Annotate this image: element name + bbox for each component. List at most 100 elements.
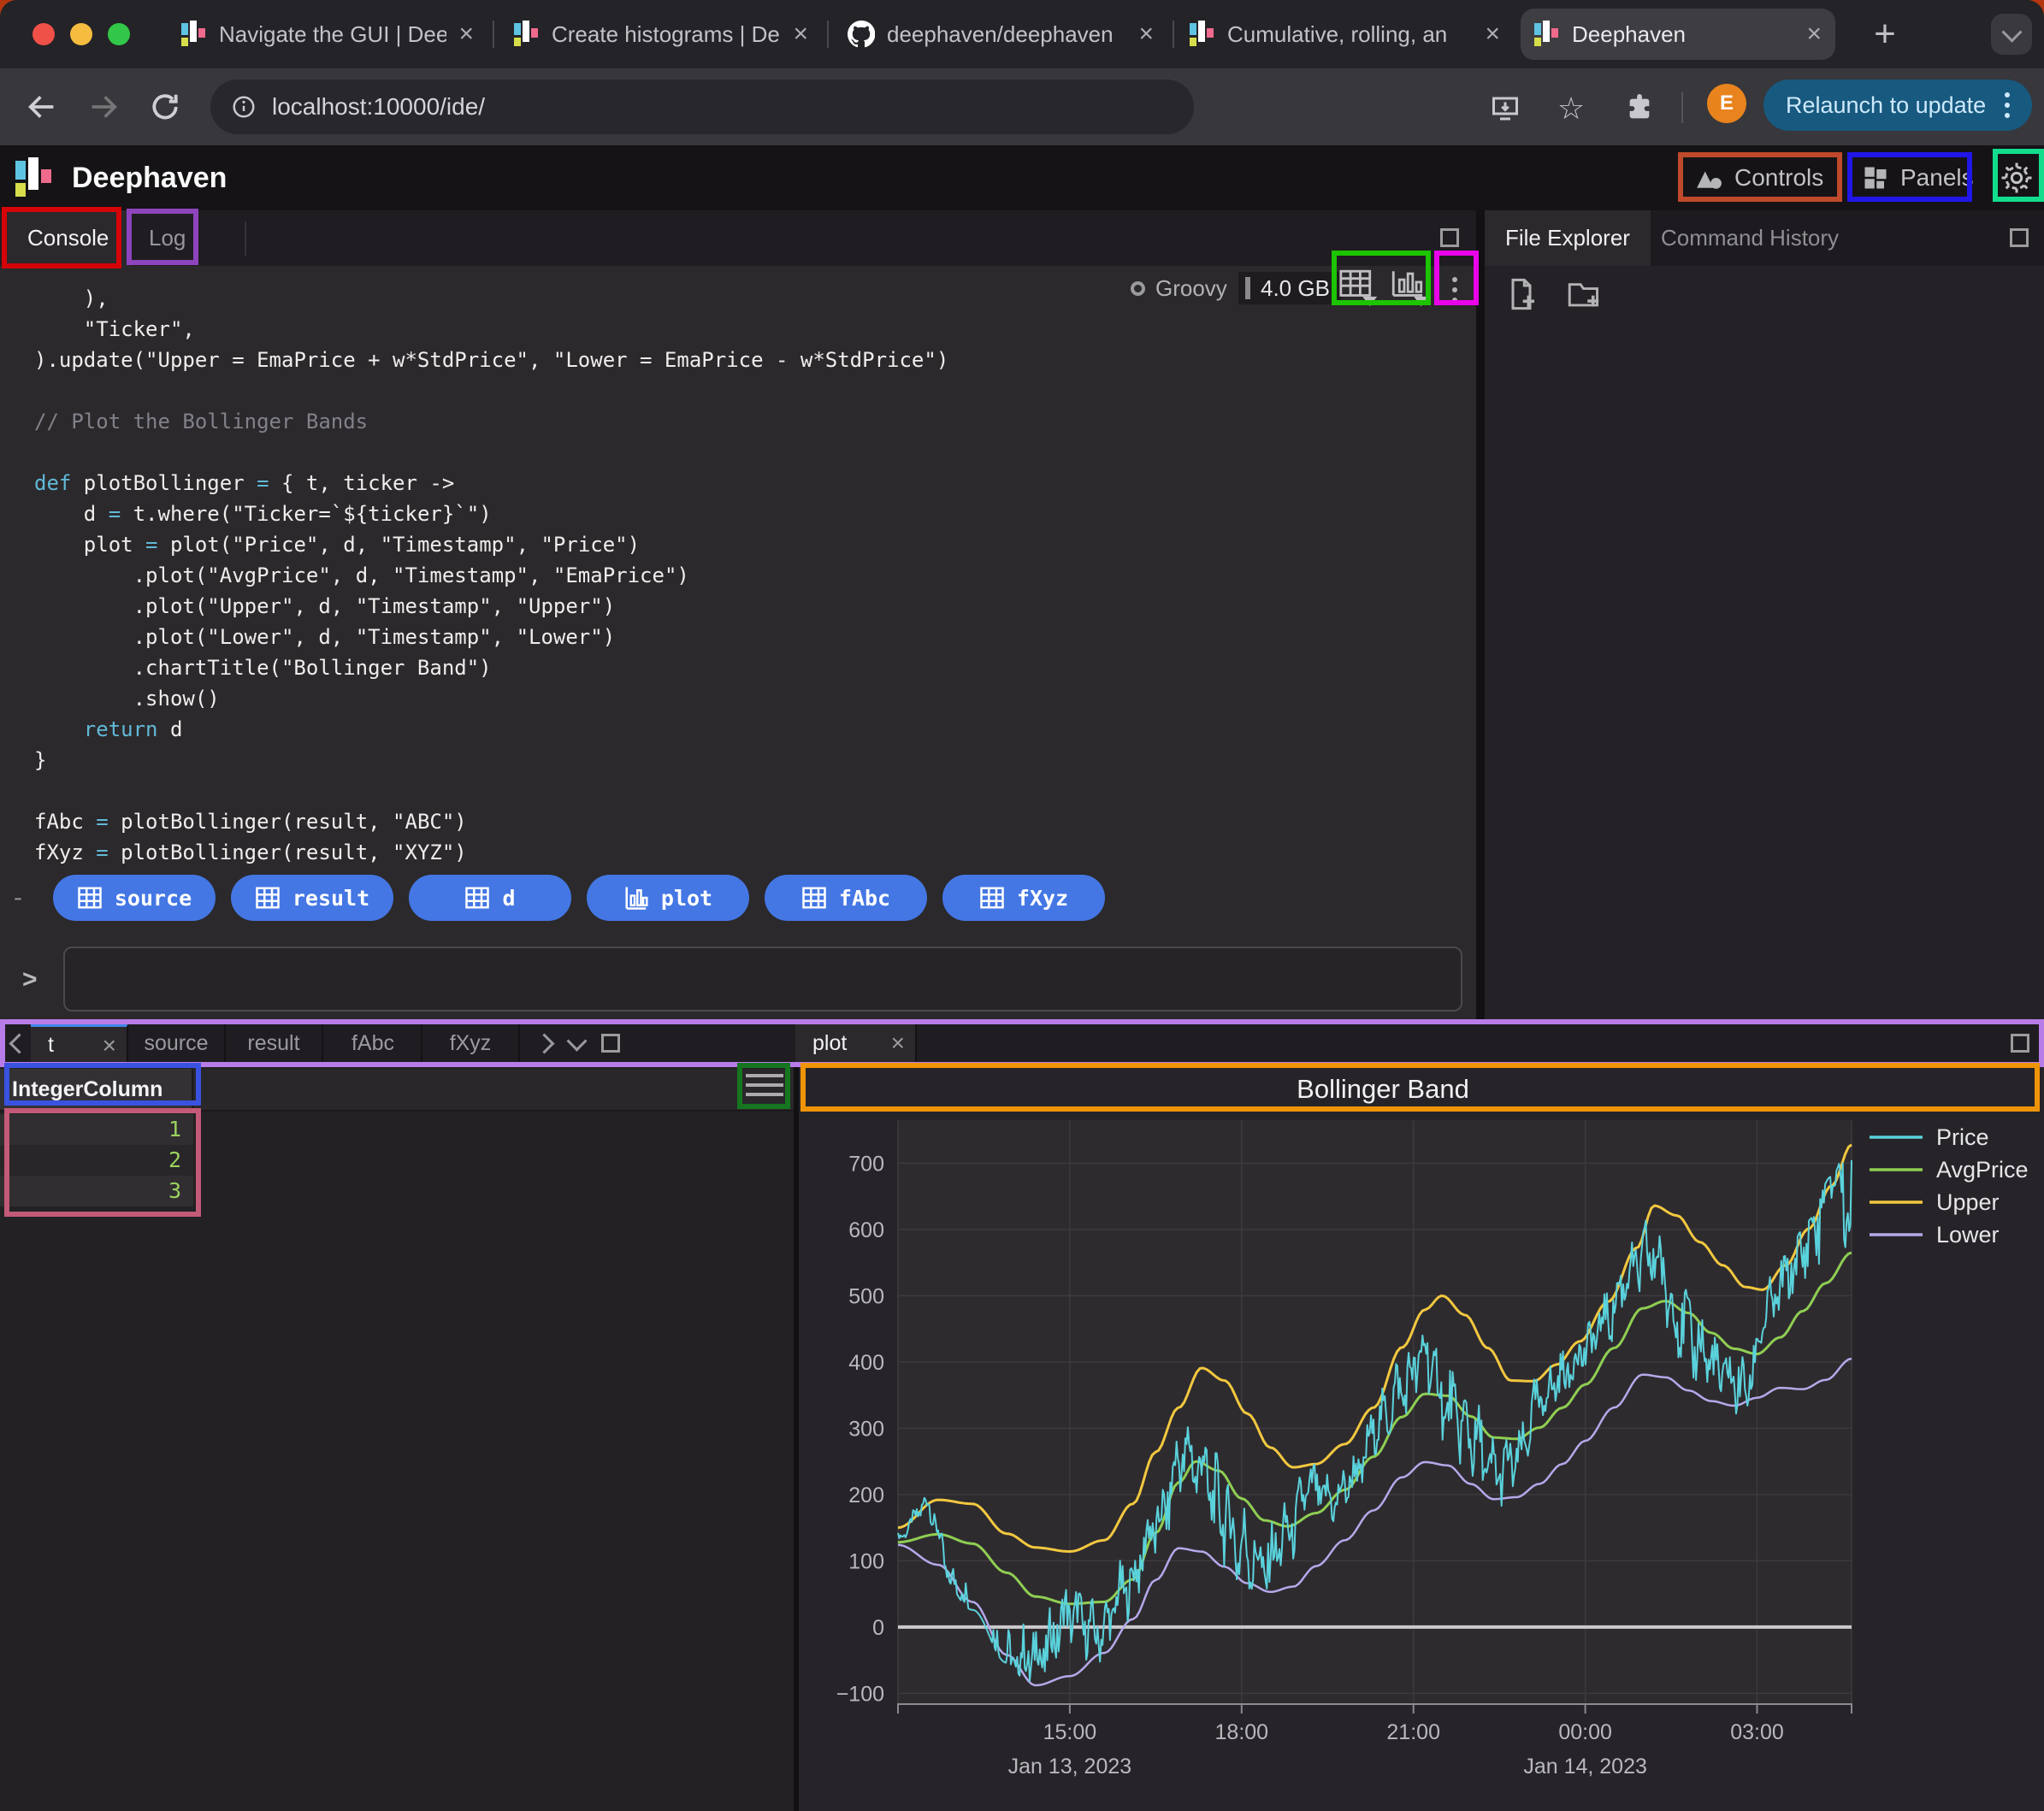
svg-text:AvgPrice: AvgPrice — [1936, 1157, 2029, 1183]
open-fAbc-button[interactable]: fAbc — [765, 875, 927, 921]
browser-menu-icon[interactable] — [2005, 92, 2010, 118]
zoom-window-button[interactable] — [108, 23, 130, 45]
bottom-panels: IntegerColumn 123 Bollinger Band −100010… — [0, 1064, 2044, 1811]
open-source-button[interactable]: source — [53, 875, 216, 921]
tab-file-explorer[interactable]: File Explorer — [1485, 210, 1651, 266]
tab-separator — [1173, 21, 1174, 48]
table-row[interactable]: 2 — [0, 1145, 193, 1176]
chevron-right-icon — [534, 1033, 554, 1053]
code-line — [34, 375, 1476, 406]
open-d-button[interactable]: d — [409, 875, 571, 921]
tab-console[interactable]: Console — [5, 210, 131, 266]
open-fXyz-button[interactable]: fXyz — [942, 875, 1105, 921]
browser-tab-deephaven-deephaven[interactable]: deephaven/deephaven× — [834, 0, 1167, 68]
tabs-scroll-right-button[interactable] — [529, 1023, 559, 1064]
explorer-tab-bar: File Explorer Command History — [1485, 210, 2044, 266]
profile-avatar[interactable]: E — [1707, 84, 1746, 123]
svg-text:300: 300 — [848, 1417, 884, 1441]
close-tab-icon[interactable]: × — [458, 21, 474, 47]
chart-panel[interactable]: Bollinger Band −100010020030040050060070… — [799, 1064, 2044, 1811]
explorer-toolbar — [1485, 274, 1604, 326]
extensions-button[interactable] — [1618, 87, 1661, 130]
button-label: d — [502, 886, 515, 911]
puzzle-icon — [1625, 94, 1654, 123]
svg-text:Jan 14, 2023: Jan 14, 2023 — [1523, 1755, 1647, 1779]
close-tab-icon[interactable]: × — [1138, 21, 1154, 47]
panel-tab-result[interactable]: result — [226, 1023, 323, 1064]
reload-icon — [149, 91, 181, 123]
code-line: .show() — [34, 683, 1476, 714]
svg-text:21:00: 21:00 — [1386, 1720, 1440, 1744]
panels-button[interactable]: Panels — [1863, 156, 1974, 200]
panel-tab-source[interactable]: source — [128, 1023, 226, 1064]
code-editor-content[interactable]: ), "Ticker",).update("Upper = EmaPrice +… — [0, 283, 1476, 868]
tab-log[interactable]: Log — [127, 210, 208, 266]
table-icon — [255, 885, 281, 911]
panel-tab-fXyz[interactable]: fXyz — [422, 1023, 520, 1064]
maximize-grid-stack-icon[interactable] — [595, 1023, 626, 1064]
browser-window: Navigate the GUI | Dee×Create histograms… — [0, 0, 2044, 1811]
controls-button[interactable]: Controls — [1695, 156, 1823, 200]
table-row[interactable]: 1 — [0, 1114, 193, 1145]
grid-column-header[interactable]: IntegerColumn — [0, 1069, 193, 1110]
panel-tab-label: t — [48, 1033, 54, 1058]
install-app-button[interactable] — [1484, 87, 1527, 130]
panel-tab-t[interactable]: t× — [31, 1023, 128, 1064]
tab-overflow-button[interactable] — [1991, 14, 2032, 55]
browser-tab-navigate-the-gui-dee[interactable]: Navigate the GUI | Dee × — [168, 0, 487, 68]
browser-tab-create-histograms-de[interactable]: Create histograms | De × — [500, 0, 822, 68]
tabs-list-button[interactable] — [561, 1023, 592, 1064]
explorer-file-list[interactable] — [1485, 330, 2044, 1023]
open-plot-button[interactable]: plot — [587, 875, 749, 921]
table-icon — [77, 885, 103, 911]
forward-button[interactable] — [82, 86, 125, 128]
table-panel[interactable]: IntegerColumn 123 — [0, 1064, 794, 1811]
browser-tab-deephaven[interactable]: Deephaven× — [1521, 9, 1835, 60]
back-button[interactable] — [21, 86, 63, 128]
console-input[interactable] — [63, 947, 1462, 1012]
table-menu-button[interactable] — [746, 1074, 783, 1096]
panel-tab-fAbc[interactable]: fAbc — [325, 1023, 422, 1064]
bollinger-chart[interactable]: −100010020030040050060070015:00Jan 13, 2… — [799, 1112, 2044, 1811]
svg-text:00:00: 00:00 — [1558, 1720, 1612, 1744]
github-icon — [848, 21, 875, 48]
button-label: result — [292, 886, 369, 911]
browser-tab-cumulative-rolling-an[interactable]: Cumulative, rolling, an× — [1176, 0, 1514, 68]
address-bar[interactable]: localhost:10000/ide/ — [210, 80, 1194, 134]
reload-button[interactable] — [144, 86, 186, 128]
close-window-button[interactable] — [32, 23, 55, 45]
site-info-icon[interactable] — [231, 94, 257, 120]
result-buttons-row: source result d plot fAbc fXyz — [53, 875, 1105, 921]
app-header: Deephaven Controls Panels — [0, 145, 2044, 210]
close-tab-icon[interactable]: × — [793, 21, 808, 47]
tab-plot[interactable]: plot × — [795, 1023, 917, 1064]
close-plot-tab-icon[interactable]: × — [891, 1029, 905, 1057]
minimize-window-button[interactable] — [70, 23, 92, 45]
new-tab-button[interactable]: + — [1863, 12, 1907, 56]
relaunch-to-update-button[interactable]: Relaunch to update — [1763, 80, 2032, 131]
tabs-scroll-left-button[interactable] — [3, 1023, 34, 1064]
table-row[interactable]: 3 — [0, 1176, 193, 1206]
tab-title: Navigate the GUI | Dee — [219, 21, 446, 48]
open-result-button[interactable]: result — [231, 875, 393, 921]
close-tab-icon[interactable]: × — [1485, 21, 1500, 47]
code-line: "Ticker", — [34, 314, 1476, 345]
button-label: source — [115, 886, 192, 911]
new-file-button[interactable] — [1502, 274, 1541, 314]
maximize-console-icon[interactable] — [1440, 228, 1459, 247]
console-editor[interactable]: Groovy 4.0 GB — [0, 266, 1476, 1023]
bookmark-button[interactable]: ☆ — [1550, 87, 1592, 130]
close-tab-icon[interactable]: × — [1806, 21, 1822, 47]
tab-title: Create histograms | De — [552, 21, 781, 48]
new-folder-button[interactable] — [1565, 274, 1604, 314]
tab-command-history[interactable]: Command History — [1640, 210, 1859, 266]
settings-button[interactable] — [2000, 156, 2034, 200]
chart-icon — [623, 885, 649, 911]
close-panel-tab-icon[interactable]: × — [103, 1032, 116, 1059]
maximize-explorer-icon[interactable] — [2010, 228, 2029, 247]
console-panel: Console Log Groovy 4.0 GB — [0, 210, 1476, 1023]
code-line — [34, 437, 1476, 468]
code-fold-marker[interactable]: - — [14, 875, 22, 921]
code-line: } — [34, 745, 1476, 776]
maximize-chart-stack-icon[interactable] — [2005, 1023, 2035, 1064]
